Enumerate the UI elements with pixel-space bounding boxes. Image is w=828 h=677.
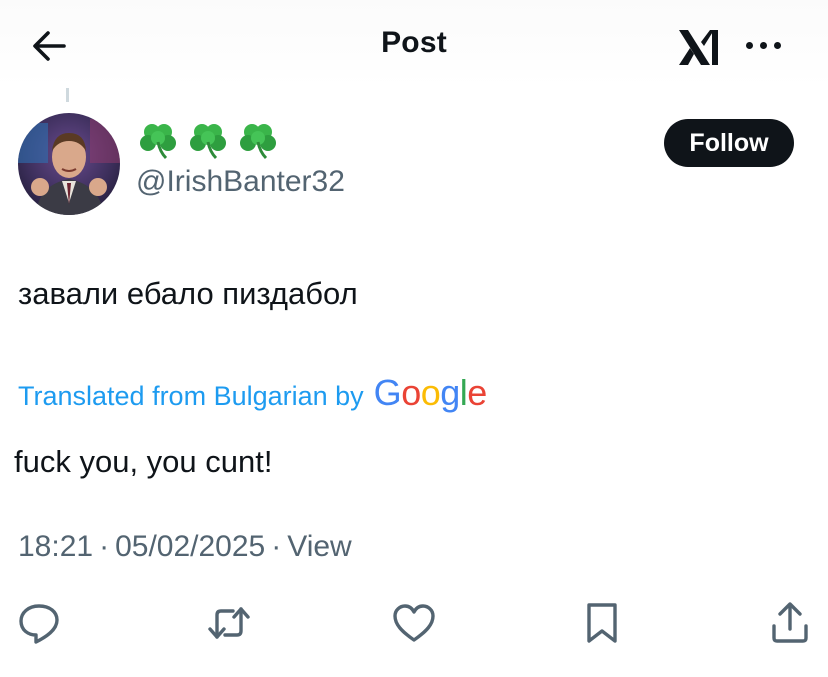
share-button[interactable] — [767, 600, 813, 646]
action-bar — [0, 600, 828, 650]
shamrock-icon — [136, 118, 180, 164]
translated-text: fuck you, you cunt! — [14, 444, 273, 479]
more-options-button[interactable] — [742, 30, 786, 60]
retweet-icon — [208, 607, 250, 639]
like-button[interactable] — [391, 600, 437, 646]
post-date: 05/02/2025 — [115, 530, 266, 563]
bookmark-button[interactable] — [579, 600, 625, 646]
thread-line — [66, 88, 69, 102]
retweet-button[interactable] — [206, 600, 252, 646]
bookmark-icon — [587, 603, 617, 643]
like-icon — [393, 604, 435, 642]
post-time: 18:21 — [18, 530, 94, 563]
post-text: завали ебало пиздабол — [18, 276, 358, 311]
shamrock-icon — [186, 118, 230, 164]
shamrock-icon — [236, 118, 280, 164]
top-bar: Post — [0, 0, 828, 88]
more-dots-icon — [746, 42, 753, 49]
reply-icon — [19, 604, 59, 644]
follow-button[interactable]: Follow — [664, 119, 794, 167]
translation-attribution[interactable]: Translated from Bulgarian by Google — [18, 372, 487, 414]
avatar[interactable] — [18, 113, 120, 215]
meta-separator: · — [99, 530, 110, 563]
translated-label: Translated from Bulgarian by — [18, 381, 364, 411]
display-name[interactable] — [136, 118, 280, 164]
google-logo: Google — [373, 372, 488, 413]
more-dots-icon — [774, 42, 781, 49]
reply-button[interactable] — [16, 600, 62, 646]
post-meta: 18:21 · 05/02/2025 · View — [18, 530, 352, 564]
user-handle[interactable]: @IrishBanter32 — [136, 165, 345, 199]
views-link[interactable]: View — [287, 530, 351, 564]
meta-separator: · — [271, 530, 282, 563]
xai-logo-icon[interactable] — [676, 26, 726, 68]
share-icon — [772, 602, 808, 643]
more-dots-icon — [760, 42, 767, 49]
